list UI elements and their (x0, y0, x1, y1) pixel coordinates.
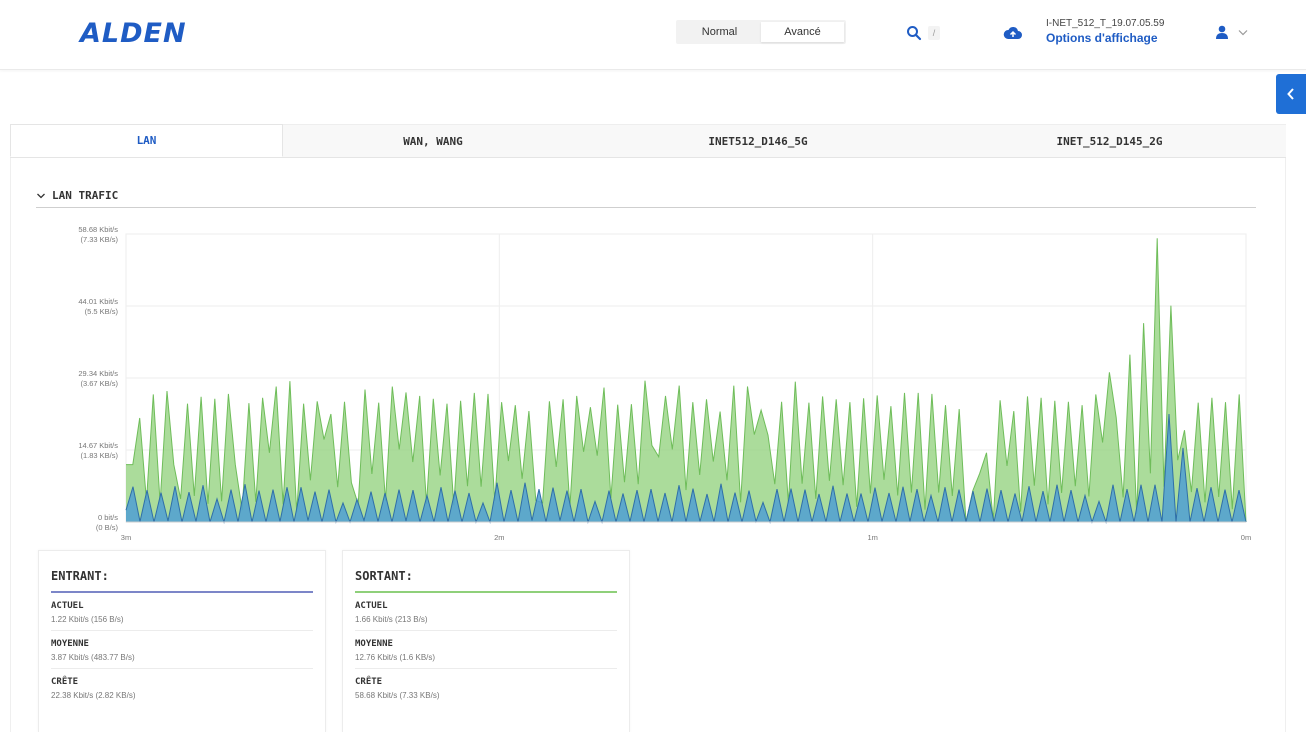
x-tick-label: 0m (1241, 533, 1251, 542)
mode-normal-button[interactable]: Normal (678, 22, 761, 42)
stat-value: 58.68 Kbit/s (7.33 KB/s) (355, 691, 440, 700)
top-header: ALDEN Normal Avancé / I-NET_512_T_19.07.… (0, 0, 1306, 70)
lan-traffic-chart: 58.68 Kbit/s(7.33 KB/s) 44.01 Kbit/s(5.5 … (78, 225, 1251, 542)
display-options-link[interactable]: Options d'affichage (1046, 31, 1164, 45)
search-icon (907, 26, 922, 41)
stat-value: 1.22 Kbit/s (156 B/s) (51, 615, 124, 624)
side-panel-toggle-button[interactable] (1276, 74, 1306, 114)
stat-row: MOYENNE 3.87 Kbit/s (483.77 B/s) (51, 631, 313, 669)
section-header-lan-trafic[interactable]: LAN TRAFIC (36, 184, 1256, 208)
device-info: I-NET_512_T_19.07.05.59 Options d'affich… (1046, 18, 1164, 45)
stat-value: 3.87 Kbit/s (483.77 B/s) (51, 653, 135, 662)
stat-value: 12.76 Kbit/s (1.6 KB/s) (355, 653, 436, 662)
chevron-down-icon (1238, 29, 1248, 35)
tab-inet-5g[interactable]: INET512_D146_5G (583, 124, 933, 157)
stat-row: MOYENNE 12.76 Kbit/s (1.6 KB/s) (355, 631, 617, 669)
stat-value: 1.66 Kbit/s (213 B/s) (355, 615, 428, 624)
user-menu-button[interactable] (1214, 24, 1248, 40)
y-tick-label-secondary: (3.67 KB/s) (80, 379, 118, 388)
y-tick-label: 14.67 Kbit/s (78, 441, 118, 450)
device-name: I-NET_512_T_19.07.05.59 (1046, 18, 1165, 29)
incoming-title: ENTRANT: (51, 551, 313, 593)
stat-row: CRÊTE 22.38 Kbit/s (2.82 KB/s) (51, 669, 313, 706)
series-area-sortant (126, 238, 1246, 523)
search-button[interactable]: / (906, 20, 962, 46)
cloud-upload-icon[interactable] (1003, 25, 1023, 41)
y-tick-label-secondary: (1.83 KB/s) (80, 451, 118, 460)
stat-row: ACTUEL 1.66 Kbit/s (213 B/s) (355, 593, 617, 631)
chart-series (125, 238, 1247, 524)
user-icon (1216, 25, 1228, 39)
incoming-stats-card: ENTRANT: ACTUEL 1.22 Kbit/s (156 B/s) MO… (38, 550, 326, 732)
y-tick-label: 0 bit/s (98, 513, 118, 522)
stat-label: MOYENNE (355, 639, 393, 649)
stat-label: CRÊTE (51, 677, 79, 687)
x-tick-label: 2m (494, 533, 504, 542)
section-title: LAN TRAFIC (52, 189, 119, 202)
stat-label: ACTUEL (51, 601, 84, 611)
tab-wan[interactable]: WAN, WANG (283, 124, 583, 157)
stat-label: CRÊTE (355, 677, 383, 687)
tab-lan[interactable]: LAN (10, 124, 283, 157)
y-tick-label: 44.01 Kbit/s (78, 297, 118, 306)
interface-tabs: LAN WAN, WANG INET512_D146_5G INET_512_D… (10, 124, 1286, 158)
y-tick-label-secondary: (5.5 KB/s) (85, 307, 119, 316)
mode-advanced-button[interactable]: Avancé (761, 22, 844, 42)
x-tick-label: 1m (867, 533, 877, 542)
x-tick-label: 3m (121, 533, 131, 542)
stat-row: CRÊTE 58.68 Kbit/s (7.33 KB/s) (355, 669, 617, 706)
stat-row: ACTUEL 1.22 Kbit/s (156 B/s) (51, 593, 313, 631)
mode-toggle: Normal Avancé (676, 20, 846, 44)
stat-label: MOYENNE (51, 639, 89, 649)
stat-value: 22.38 Kbit/s (2.82 KB/s) (51, 691, 136, 700)
outgoing-stats-card: SORTANT: ACTUEL 1.66 Kbit/s (213 B/s) MO… (342, 550, 630, 732)
chevron-left-icon (1287, 88, 1294, 100)
stat-label: ACTUEL (355, 601, 388, 611)
alden-logo[interactable]: ALDEN (80, 18, 187, 49)
outgoing-title: SORTANT: (355, 551, 617, 593)
y-tick-label: 58.68 Kbit/s (78, 225, 118, 234)
y-tick-label: 29.34 Kbit/s (78, 369, 118, 378)
y-tick-label-secondary: (7.33 KB/s) (80, 235, 118, 244)
y-tick-label-secondary: (0 B/s) (96, 523, 119, 532)
chevron-down-icon (37, 193, 45, 198)
search-shortcut-key: / (928, 26, 940, 40)
tab-inet-2g[interactable]: INET_512_D145_2G (933, 124, 1286, 157)
